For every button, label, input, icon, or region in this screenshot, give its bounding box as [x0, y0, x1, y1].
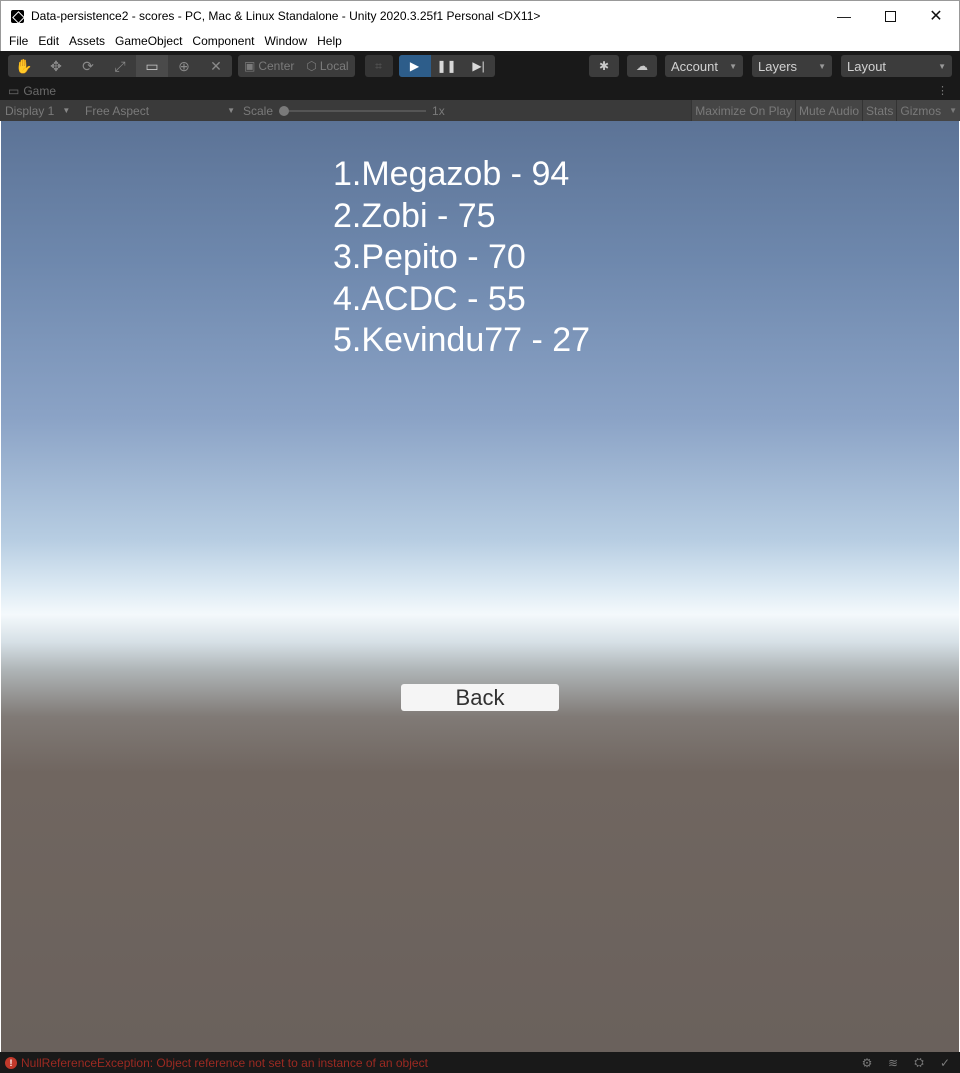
layout-label: Layout	[847, 58, 887, 74]
scale-label: Scale	[243, 103, 274, 118]
layers-dropdown[interactable]: Layers ▼	[752, 55, 832, 77]
menu-bar: File Edit Assets GameObject Component Wi…	[0, 31, 960, 51]
chevron-down-icon: ▼	[227, 106, 235, 115]
menu-edit[interactable]: Edit	[33, 34, 64, 48]
scale-slider-handle[interactable]	[279, 105, 290, 116]
pivot-center-label: Center	[258, 59, 295, 73]
close-button[interactable]: ✕	[913, 1, 959, 32]
chevron-down-icon: ▼	[818, 61, 826, 71]
maximize-on-play-toggle[interactable]: Maximize On Play	[691, 100, 795, 121]
game-tab-bar: ▭ Game ⋮	[0, 81, 960, 100]
rect-tool-icon[interactable]: ▭	[136, 55, 168, 77]
scale-slider[interactable]	[279, 105, 427, 116]
window-title: Data-persistence2 - scores - PC, Mac & L…	[31, 9, 541, 23]
score-entry: 2.Zobi - 75	[333, 196, 496, 235]
transform-tool-icon[interactable]: ⊕	[168, 55, 200, 77]
gizmos-toggle[interactable]: Gizmos ▼	[896, 100, 960, 121]
score-entry: 5.Kevindu77 - 27	[333, 321, 591, 359]
game-controller-icon: ▭	[8, 83, 20, 98]
account-dropdown[interactable]: Account ▼	[665, 55, 743, 77]
more-options-icon[interactable]: ⋮	[937, 84, 948, 97]
collab-icon[interactable]: ✱	[589, 55, 619, 77]
transform-tools: ✋ ✥ ⟳ ⤢ ▭ ⊕ ✕	[8, 55, 232, 77]
gizmos-label: Gizmos	[900, 103, 942, 118]
game-viewport[interactable]: 1.Megazob - 94 2.Zobi - 75 3.Pepito - 70…	[1, 121, 959, 1052]
aspect-dropdown[interactable]: Free Aspect ▼	[80, 100, 240, 121]
rotate-tool-icon[interactable]: ⟳	[72, 55, 104, 77]
menu-gameobject[interactable]: GameObject	[110, 34, 187, 48]
debug-icon[interactable]: ⚙	[858, 1054, 876, 1071]
menu-help[interactable]: Help	[312, 34, 347, 48]
pivot-toggles: ▣ Center ⬡ Local	[238, 55, 355, 77]
maximize-button[interactable]	[867, 1, 913, 32]
layout-dropdown[interactable]: Layout ▼	[841, 55, 952, 77]
scale-value: 1x	[432, 103, 445, 118]
pivot-center-icon: ▣	[244, 59, 256, 73]
score-entry: 3.Pepito - 70	[333, 238, 526, 276]
grid-snap-icon[interactable]: ⌗	[364, 55, 393, 77]
pivot-local-label: Local	[319, 59, 349, 73]
chevron-down-icon: ▼	[949, 106, 957, 115]
back-button[interactable]: Back	[401, 684, 559, 711]
menu-component[interactable]: Component	[187, 34, 259, 48]
tab-game-label: Game	[23, 83, 57, 98]
play-button[interactable]: ▶	[398, 55, 431, 77]
hand-tool-icon[interactable]: ✋	[8, 55, 40, 77]
console-status-bar[interactable]: ! NullReferenceException: Object referen…	[0, 1052, 960, 1073]
score-entry: 4.ACDC - 55	[333, 279, 526, 318]
move-tool-icon[interactable]: ✥	[40, 55, 72, 77]
tab-game[interactable]: ▭ Game	[8, 84, 56, 98]
unity-logo-icon	[11, 9, 24, 23]
menu-assets[interactable]: Assets	[64, 34, 110, 48]
chevron-down-icon: ▼	[62, 106, 71, 115]
toolbar-right: ✱ ☁ Account ▼ Layers ▼ Layout ▼	[589, 55, 952, 77]
status-icons: ⚙ ≋ ⛭ ✓	[858, 1054, 954, 1071]
pause-button[interactable]: ❚❚	[431, 55, 463, 77]
display-label: Display 1	[5, 103, 55, 118]
scale-tool-icon[interactable]: ⤢	[104, 55, 136, 77]
game-view-toggles: Maximize On Play Mute Audio Stats Gizmos…	[691, 100, 960, 121]
game-view-controls: Display 1 ▼ Free Aspect ▼ Scale 1x Maxim…	[0, 100, 960, 121]
check-icon[interactable]: ✓	[936, 1054, 954, 1071]
mute-audio-toggle[interactable]: Mute Audio	[795, 100, 863, 121]
aspect-label: Free Aspect	[85, 103, 150, 118]
cloud-icon[interactable]: ☁	[627, 55, 657, 77]
maximize-icon	[884, 10, 896, 22]
pivot-center-button[interactable]: ▣ Center	[238, 55, 300, 77]
menu-file[interactable]: File	[4, 34, 33, 48]
account-label: Account	[671, 58, 718, 74]
main-toolbar: ✋ ✥ ⟳ ⤢ ▭ ⊕ ✕ ▣ Center ⬡ Local ⌗ ▶ ❚❚ ▶|…	[0, 51, 960, 81]
chevron-down-icon: ▼	[938, 61, 946, 71]
error-icon: !	[5, 1056, 17, 1069]
custom-tool-icon[interactable]: ✕	[200, 55, 232, 77]
menu-window[interactable]: Window	[259, 34, 312, 48]
pivot-local-button[interactable]: ⬡ Local	[300, 55, 354, 77]
cache-server-icon[interactable]: ≋	[884, 1054, 902, 1071]
chevron-down-icon: ▼	[729, 61, 737, 71]
display-dropdown[interactable]: Display 1 ▼	[0, 100, 80, 121]
error-message[interactable]: NullReferenceException: Object reference…	[21, 1056, 428, 1070]
score-list: 1.Megazob - 94 2.Zobi - 75 3.Pepito - 70…	[333, 154, 590, 362]
window-title-bar: Data-persistence2 - scores - PC, Mac & L…	[0, 0, 960, 31]
layers-label: Layers	[758, 58, 798, 74]
score-entry: 1.Megazob - 94	[333, 155, 570, 193]
auto-generate-icon[interactable]: ⛭	[910, 1054, 928, 1071]
step-button[interactable]: ▶|	[463, 55, 495, 77]
play-controls: ▶ ❚❚ ▶|	[398, 55, 495, 77]
minimize-button[interactable]: —	[821, 1, 867, 32]
stats-toggle[interactable]: Stats	[862, 100, 897, 121]
local-space-icon: ⬡	[306, 59, 317, 73]
